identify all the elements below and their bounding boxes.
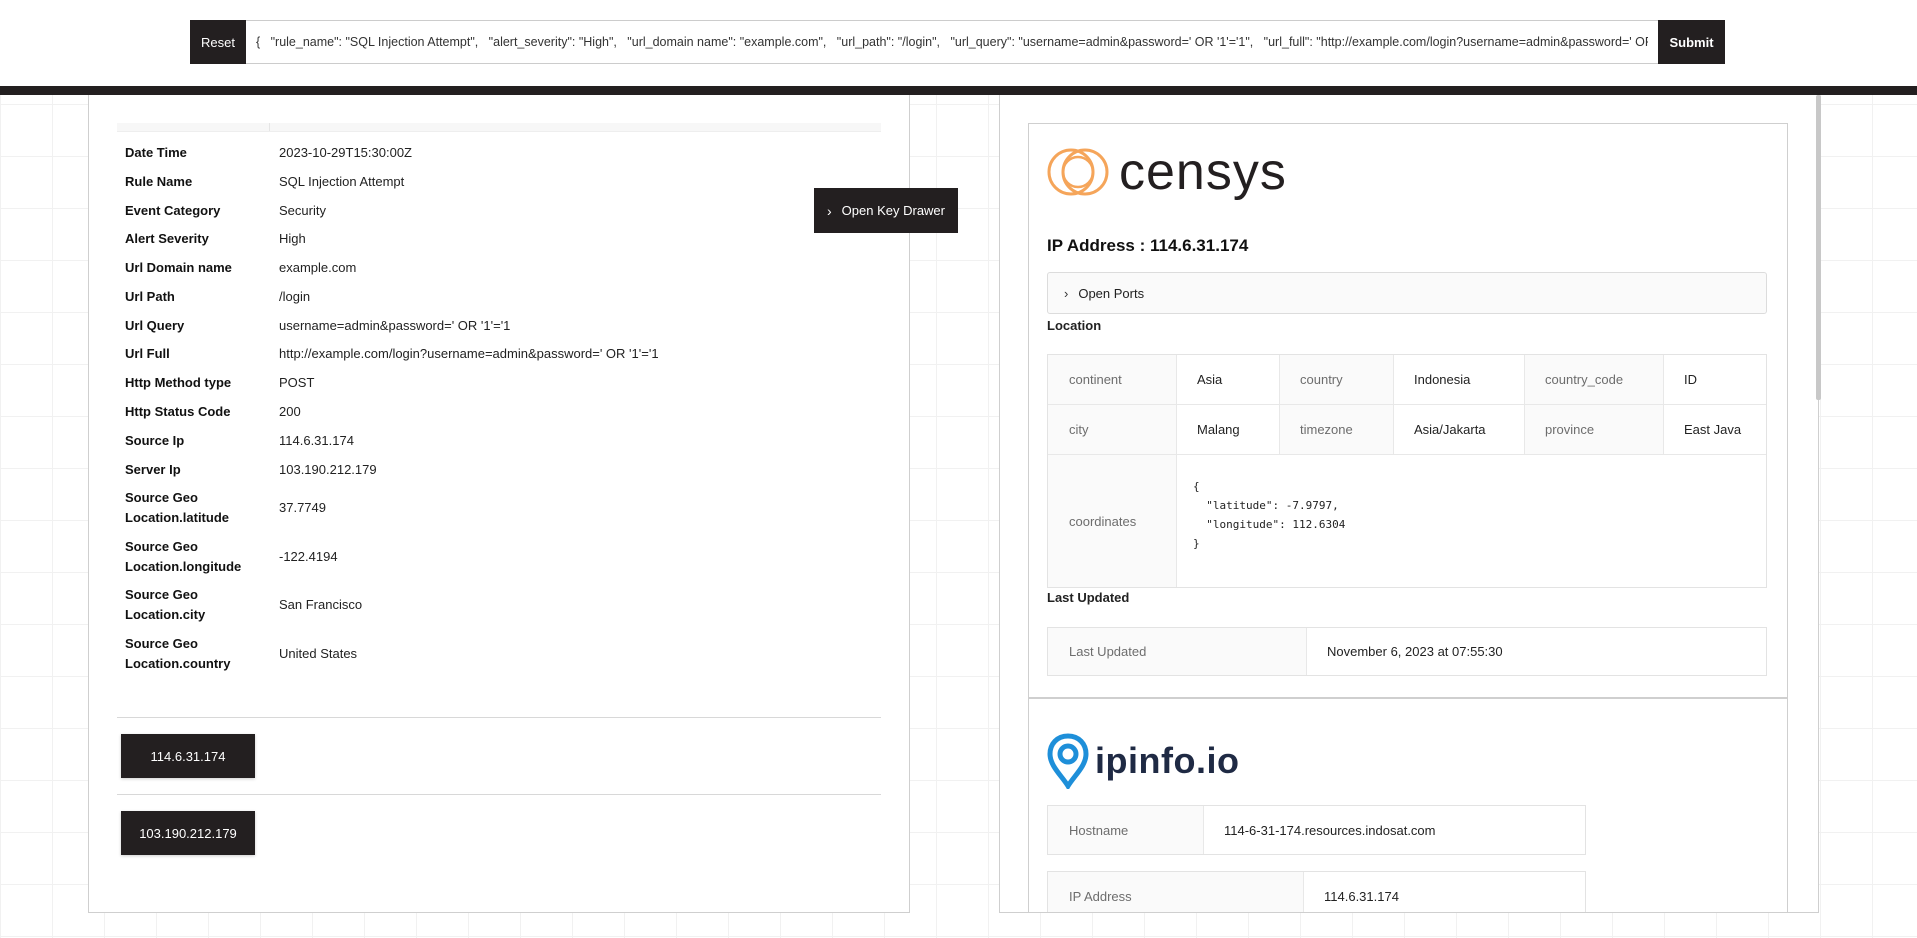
field-value: username=admin&password=' OR '1'='1 xyxy=(279,318,511,333)
ip-value: 114.6.31.174 xyxy=(1303,872,1585,912)
field-value: http://example.com/login?username=admin&… xyxy=(279,346,659,361)
event-details-panel: Date Time 2023-10-29T15:30:00Z Rule Name… xyxy=(88,95,910,913)
chevron-right-icon: › xyxy=(827,202,832,219)
top-divider xyxy=(0,86,1917,95)
field-key: Url Domain name xyxy=(125,260,232,275)
field-value: San Francisco xyxy=(279,597,363,612)
ipinfo-logo: ipinfo.io xyxy=(1047,733,1239,789)
field-value: Security xyxy=(279,203,326,218)
reset-button[interactable]: Reset xyxy=(190,20,246,64)
open-key-drawer-button[interactable]: › Open Key Drawer xyxy=(814,188,958,233)
field-value: 200 xyxy=(279,404,301,419)
open-ports-toggle[interactable]: › Open Ports xyxy=(1047,272,1767,314)
field-value: 2023-10-29T15:30:00Z xyxy=(279,145,412,160)
city-label: city xyxy=(1048,405,1176,454)
country-label: country xyxy=(1279,355,1393,404)
field-key: Http Method type xyxy=(125,375,232,390)
source-ip-button[interactable]: 114.6.31.174 xyxy=(121,734,255,778)
censys-card: censys IP Address : 114.6.31.174 › Open … xyxy=(1028,123,1788,698)
country-value: Indonesia xyxy=(1393,355,1524,404)
hostname-label: Hostname xyxy=(1048,806,1203,854)
row-divider xyxy=(1048,404,1766,405)
field-value: 37.7749 xyxy=(279,500,326,515)
submit-button[interactable]: Submit xyxy=(1658,20,1725,64)
ipinfo-card: ipinfo.io Hostname 114-6-31-174.resource… xyxy=(1028,698,1788,912)
ipinfo-logo-text: ipinfo.io xyxy=(1095,740,1240,781)
field-key: Url Query xyxy=(125,318,185,333)
timezone-label: timezone xyxy=(1279,405,1393,454)
enrichment-panel: censys IP Address : 114.6.31.174 › Open … xyxy=(999,95,1819,913)
row-divider xyxy=(1048,454,1766,455)
ip-table: IP Address 114.6.31.174 xyxy=(1047,871,1586,912)
location-table: continent Asia country Indonesia country… xyxy=(1047,354,1767,588)
col-divider xyxy=(1524,355,1525,454)
field-value: example.com xyxy=(279,260,357,275)
hostname-table: Hostname 114-6-31-174.resources.indosat.… xyxy=(1047,805,1586,855)
field-key: Url Full xyxy=(125,346,170,361)
query-input[interactable] xyxy=(246,20,1658,64)
country-code-value: ID xyxy=(1663,355,1766,404)
province-label: province xyxy=(1524,405,1663,454)
field-key: Server Ip xyxy=(125,462,181,477)
last-updated-label: Last Updated xyxy=(1048,628,1306,675)
field-value: High xyxy=(279,231,306,246)
continent-label: continent xyxy=(1048,355,1176,404)
key-drawer-label: Open Key Drawer xyxy=(841,203,945,218)
coordinates-label: coordinates xyxy=(1048,455,1176,587)
last-updated-table: Last Updated November 6, 2023 at 07:55:3… xyxy=(1047,627,1767,676)
divider xyxy=(117,794,881,795)
field-key: Http Status Code xyxy=(125,404,231,419)
city-value: Malang xyxy=(1176,405,1279,454)
field-key: Url Path xyxy=(125,289,175,304)
country-code-label: country_code xyxy=(1524,355,1663,404)
field-value: SQL Injection Attempt xyxy=(279,174,405,189)
divider xyxy=(117,717,881,718)
censys-logo: censys xyxy=(1047,142,1287,202)
chevron-right-icon: › xyxy=(1064,285,1069,301)
province-value: East Java xyxy=(1663,405,1766,454)
col-divider xyxy=(1306,628,1307,675)
col-divider xyxy=(1663,355,1664,454)
scrollbar[interactable] xyxy=(1816,95,1821,400)
field-key: Source Geo Location.longitude xyxy=(125,539,242,574)
field-key: Alert Severity xyxy=(125,231,209,246)
timezone-value: Asia/Jakarta xyxy=(1393,405,1524,454)
map-pin-icon xyxy=(1047,733,1089,789)
col-divider xyxy=(1303,872,1304,912)
table-header xyxy=(117,123,881,132)
hostname-value: 114-6-31-174.resources.indosat.com xyxy=(1203,806,1585,854)
field-key: Source Geo Location.city xyxy=(125,587,206,622)
coordinates-value: { "latitude": -7.9797, "longitude": 112.… xyxy=(1193,480,1346,550)
col-divider xyxy=(1203,806,1204,854)
field-value: 114.6.31.174 xyxy=(279,433,354,448)
server-ip-button[interactable]: 103.190.212.179 xyxy=(121,811,255,855)
continent-value: Asia xyxy=(1176,355,1279,404)
ip-label: IP Address xyxy=(1048,872,1303,912)
location-title: Location xyxy=(1047,318,1102,333)
field-value: /login xyxy=(279,289,311,304)
field-key: Event Category xyxy=(125,203,221,218)
field-value: -122.4194 xyxy=(279,549,338,564)
censys-logo-text: censys xyxy=(1119,143,1287,201)
field-value: 103.190.212.179 xyxy=(279,462,377,477)
field-key: Source Ip xyxy=(125,433,185,448)
field-value: POST xyxy=(279,375,315,390)
last-updated-title: Last Updated xyxy=(1047,590,1130,605)
field-value: United States xyxy=(279,646,358,661)
last-updated-value: November 6, 2023 at 07:55:30 xyxy=(1306,628,1766,675)
censys-rings-icon xyxy=(1047,148,1109,196)
col-divider xyxy=(1393,355,1394,454)
field-key: Rule Name xyxy=(125,174,193,189)
col-divider xyxy=(1176,355,1177,587)
open-ports-label: Open Ports xyxy=(1078,285,1145,301)
field-key: Source Geo Location.latitude xyxy=(125,490,229,525)
field-key: Date Time xyxy=(125,145,187,160)
col-divider xyxy=(1279,355,1280,454)
field-key: Source Geo Location.country xyxy=(125,636,231,671)
ip-address-heading: IP Address : 114.6.31.174 xyxy=(1047,236,1249,255)
